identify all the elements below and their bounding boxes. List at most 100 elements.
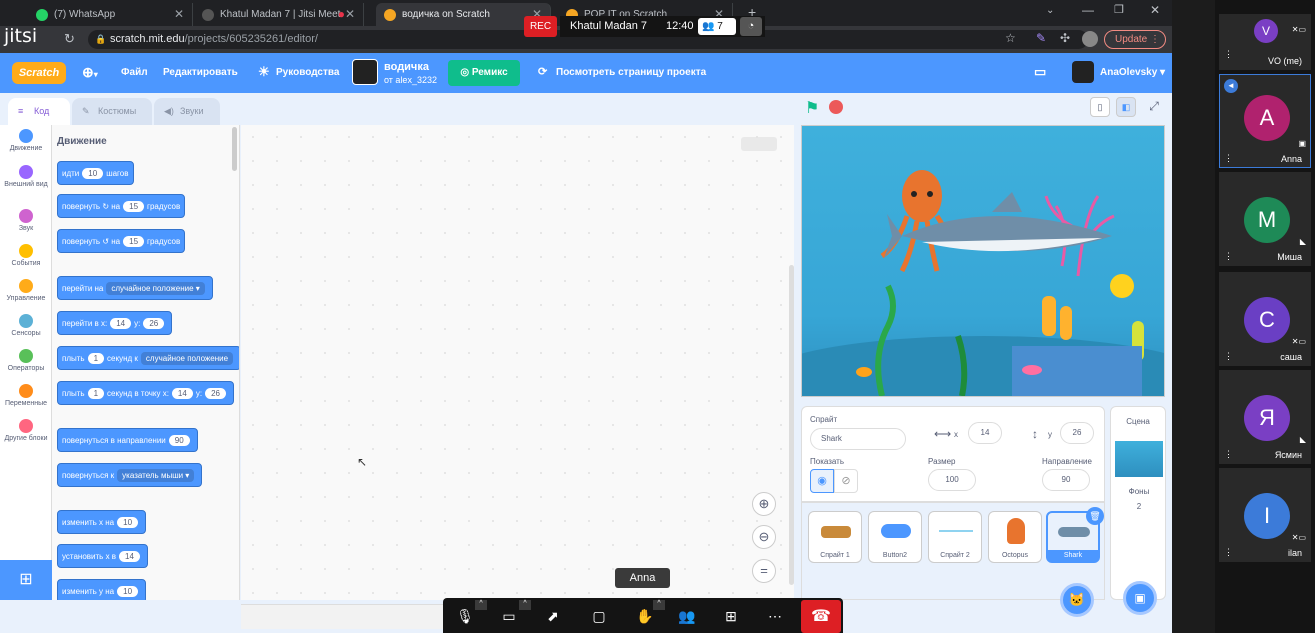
more-options-icon[interactable]: ⋮	[1224, 449, 1233, 460]
menu-edit[interactable]: Редактировать	[163, 67, 238, 78]
participant-tile-dominant[interactable]: ◄ A ▣ Anna ⋮	[1219, 74, 1311, 168]
direction-input[interactable]: 90	[1042, 469, 1090, 491]
choose-sprite-button[interactable]: 🐱	[1060, 583, 1094, 617]
language-globe-icon[interactable]: ⊕▾	[82, 64, 98, 81]
point-target-dropdown[interactable]: указатель мыши ▾	[117, 468, 195, 482]
participants-icon[interactable]: 👥	[677, 606, 697, 626]
turn-left-block[interactable]: повернуть ↺ на 15 градусов	[57, 229, 186, 253]
project-author[interactable]: от alex_3232	[384, 75, 437, 85]
participant-tile-me[interactable]: V ✕▭ VO (me) ⋮	[1219, 14, 1311, 70]
reactions-chevron-icon[interactable]: ^	[653, 600, 665, 610]
sprite-item[interactable]: Button2	[868, 511, 922, 563]
more-options-icon[interactable]: ⋮	[1224, 547, 1233, 558]
set-x-block[interactable]: установить x в 14	[57, 544, 148, 568]
tab-whatsapp[interactable]: (7) WhatsApp ✕	[28, 3, 193, 26]
change-y-block[interactable]: изменить y на 10	[57, 579, 147, 600]
glide-xy-block[interactable]: плыть 1 секунд в точку x: 14 y: 26	[57, 381, 234, 405]
turn-right-block[interactable]: повернуть ↻ на 15 градусов	[57, 194, 186, 218]
glide-to-block[interactable]: плыть 1 секунд к случайное положение	[57, 346, 239, 370]
screen-share-icon[interactable]: ⬈	[543, 606, 563, 626]
hangup-button[interactable]: ☎	[801, 600, 841, 633]
change-x-input[interactable]: 10	[117, 516, 139, 528]
update-button[interactable]: Update ⋮	[1104, 30, 1166, 49]
change-x-block[interactable]: изменить x на 10	[57, 510, 147, 534]
glide-target-dropdown[interactable]: случайное положение	[140, 351, 234, 365]
green-flag-icon[interactable]: ⚑	[805, 98, 819, 118]
y-input[interactable]: 26	[205, 387, 226, 399]
window-close-button[interactable]: ✕	[1150, 3, 1160, 17]
more-options-icon[interactable]: ⋮	[1224, 153, 1233, 164]
steps-input[interactable]: 10	[82, 167, 104, 179]
extension-feather-icon[interactable]: ✎	[1036, 31, 1046, 45]
category-motion[interactable]: Движение	[0, 129, 52, 152]
more-options-icon[interactable]: ⋮	[1224, 351, 1233, 362]
user-menu[interactable]: AnaOlevsky ▾	[1100, 67, 1165, 78]
sprite-item[interactable]: Спрайт 1	[808, 511, 862, 563]
small-stage-button[interactable]: ▯	[1090, 97, 1110, 117]
participants-count[interactable]: 👥 7	[698, 18, 736, 35]
seconds-input[interactable]: 1	[87, 352, 105, 364]
mic-options-chevron-icon[interactable]: ^	[475, 600, 487, 610]
point-direction-block[interactable]: повернуться в направлении 90	[57, 428, 198, 452]
bookmark-star-icon[interactable]: ☆	[1005, 31, 1016, 45]
direction-input[interactable]: 90	[168, 434, 190, 446]
camera-options-chevron-icon[interactable]: ^	[519, 600, 531, 610]
participant-tile[interactable]: Я ◣ Ясмин ⋮	[1219, 370, 1311, 464]
close-icon[interactable]: ✕	[345, 7, 355, 21]
x-position-input[interactable]: 14	[968, 422, 1002, 444]
more-actions-icon[interactable]: ⋯	[765, 606, 785, 626]
tab-code[interactable]: ≡ Код	[8, 98, 70, 125]
zoom-reset-button[interactable]: =	[752, 559, 776, 583]
project-title[interactable]: водичка	[384, 61, 429, 73]
delete-sprite-trash-icon[interactable]: 🗑	[1086, 507, 1104, 525]
size-input[interactable]: 100	[928, 469, 976, 491]
add-extension-button[interactable]: ⊞	[0, 560, 52, 600]
maximize-button[interactable]: ❐	[1114, 3, 1124, 16]
menu-file[interactable]: Файл	[121, 67, 148, 78]
camera-off-icon[interactable]: ▭	[499, 606, 519, 626]
tab-sounds[interactable]: ◀) Звуки	[154, 98, 220, 125]
my-stuff-folder-icon[interactable]: ▭	[1034, 64, 1046, 80]
remix-button[interactable]: ◎ Ремикс	[448, 60, 520, 86]
zoom-out-button[interactable]: ⊖	[752, 525, 776, 549]
choose-backdrop-button[interactable]: ▣	[1123, 581, 1157, 615]
y-input[interactable]: 26	[143, 317, 165, 329]
point-towards-block[interactable]: повернуться к указатель мыши ▾	[57, 463, 203, 487]
seconds-input[interactable]: 1	[87, 387, 105, 399]
normal-stage-button[interactable]: ◧	[1116, 97, 1136, 117]
stop-icon[interactable]	[829, 100, 843, 114]
degrees-input[interactable]: 15	[123, 200, 145, 212]
scratch-logo[interactable]: Scratch	[12, 62, 66, 84]
category-my-blocks[interactable]: Другие блоки	[0, 419, 52, 442]
more-options-icon[interactable]: ⋮	[1224, 49, 1233, 60]
category-sound[interactable]: Звук	[0, 209, 52, 232]
change-y-input[interactable]: 10	[117, 585, 139, 597]
sprite-item[interactable]: Octopus	[988, 511, 1042, 563]
chat-icon[interactable]: ▢	[589, 606, 609, 626]
x-input[interactable]: 14	[110, 317, 132, 329]
stage-selector[interactable]: Сцена Фоны 2 ▣	[1110, 406, 1166, 615]
menu-tutorials[interactable]: Руководства	[276, 67, 339, 78]
category-control[interactable]: Управление	[0, 279, 52, 302]
show-sprite-eye-icon[interactable]: ◉	[810, 469, 834, 493]
participant-tile[interactable]: I ✕▭ ilan ⋮	[1219, 468, 1311, 562]
palette-scrollbar[interactable]	[232, 127, 237, 171]
stage-canvas[interactable]	[801, 125, 1165, 397]
set-x-input[interactable]: 14	[119, 550, 140, 562]
participant-tile[interactable]: C ✕▭ саша ⋮	[1219, 272, 1311, 366]
category-events[interactable]: События	[0, 244, 52, 267]
more-options-icon[interactable]: ⋮	[1224, 251, 1233, 262]
goto-xy-block[interactable]: перейти в x: 14 y: 26	[57, 311, 173, 335]
raise-hand-icon[interactable]: ✋	[635, 606, 655, 626]
sprite-item[interactable]: Спрайт 2	[928, 511, 982, 563]
fullscreen-button[interactable]: ⤢	[1144, 97, 1164, 117]
see-project-link[interactable]: Посмотреть страницу проекта	[556, 67, 706, 78]
script-scrollbar[interactable]	[789, 265, 794, 585]
hide-sprite-eye-icon[interactable]: ⊘	[834, 469, 858, 493]
goto-target-dropdown[interactable]: случайное положение ▾	[106, 281, 205, 295]
participant-tile[interactable]: M ◣ Миша ⋮	[1219, 172, 1311, 266]
minimize-button[interactable]: —	[1082, 3, 1094, 17]
microphone-muted-icon[interactable]: 🎙	[455, 606, 475, 626]
degrees-input[interactable]: 15	[123, 235, 145, 247]
sprite-name-input[interactable]: Shark	[810, 428, 906, 450]
